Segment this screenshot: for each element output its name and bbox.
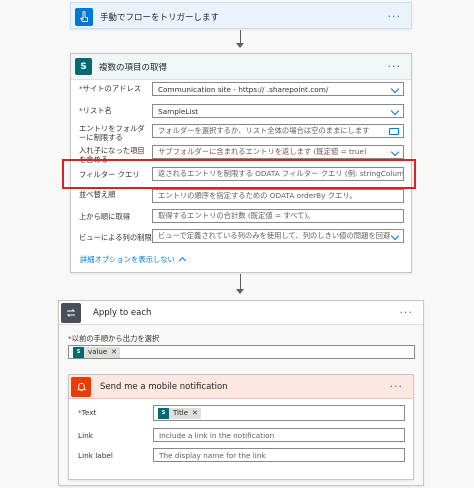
folder-limit-input[interactable]: フォルダーを選択するか、リスト全体の場合は空のままにします [152,124,404,138]
chevron-up-icon [179,256,187,265]
connector-arrow-head [236,43,244,48]
trigger-menu-button[interactable]: ··· [388,10,402,23]
text-input[interactable]: S Title ✕ [153,405,405,421]
select-output-input[interactable]: S value ✕ [68,345,415,359]
apply-to-each-title: Apply to each [93,307,152,318]
close-icon[interactable]: ✕ [192,409,198,417]
chevron-down-icon [390,231,400,241]
link-label: Link [78,431,93,440]
get-items-title: 複数の項目の取得 [99,62,168,73]
list-name-label: *リスト名 [79,106,112,115]
link-label-label: Link label [78,451,113,460]
chevron-down-icon [390,84,400,94]
view-limit-dropdown[interactable]: ビューで定義されている列のみを使用して、列のしきい値の問題を回避 [152,229,404,243]
connector-arrow-head [236,289,244,294]
text-label: *Text [78,408,97,417]
notification-menu-button[interactable]: ··· [390,380,404,393]
loop-icon [61,302,81,323]
close-icon[interactable]: ✕ [111,348,117,356]
order-by-label: 並べ替え順 [79,190,116,199]
link-input[interactable]: Include a link in the notification [153,428,405,442]
trigger-card[interactable]: 手動でフローをトリガーします ··· [70,2,412,29]
view-limit-label: ビューによる列の制限 [79,233,152,242]
hide-advanced-options-link[interactable]: 詳細オプションを表示しない [80,255,187,265]
link-label-input[interactable]: The display name for the link [153,448,405,462]
top-count-input[interactable]: 取得するエントリの合計数 (既定値 = すべて)。 [152,209,404,223]
chevron-down-icon [390,106,400,116]
notification-title: Send me a mobile notification [100,381,228,392]
top-count-label: 上から順に取得 [79,212,131,221]
select-output-label: *以前の手順から出力を選択 [68,334,160,343]
sharepoint-icon: S [158,407,169,419]
folder-icon[interactable] [389,128,399,135]
sharepoint-icon: S [73,346,84,358]
order-by-input[interactable]: エントリの順序を指定するための ODATA orderBy クエリ。 [152,189,404,203]
site-address-dropdown[interactable]: Communication site - https:// .sharepoin… [152,82,404,96]
trigger-icon [75,7,93,26]
dynamic-token[interactable]: S value ✕ [73,346,120,358]
site-address-label: *サイトのアドレス [79,84,142,93]
trigger-title: 手動でフローをトリガーします [100,12,220,23]
sharepoint-icon: S [75,58,92,75]
connector-arrow [240,30,241,44]
folder-limit-label: エントリをフォルダーに制限する [79,124,145,142]
dynamic-token[interactable]: S Title ✕ [158,407,201,419]
apply-to-each-menu-button[interactable]: ··· [400,306,414,319]
notification-card[interactable]: Send me a mobile notification ··· [68,374,414,480]
connector-arrow [240,274,241,290]
nested-items-dropdown[interactable]: サブフォルダーに含まれるエントリを返します (既定値 = true) [152,145,404,159]
list-name-dropdown[interactable]: SampleList [152,104,404,118]
get-items-menu-button[interactable]: ··· [388,60,402,73]
chevron-down-icon [390,147,400,157]
filter-query-highlight [62,159,416,189]
bell-icon [71,376,91,397]
